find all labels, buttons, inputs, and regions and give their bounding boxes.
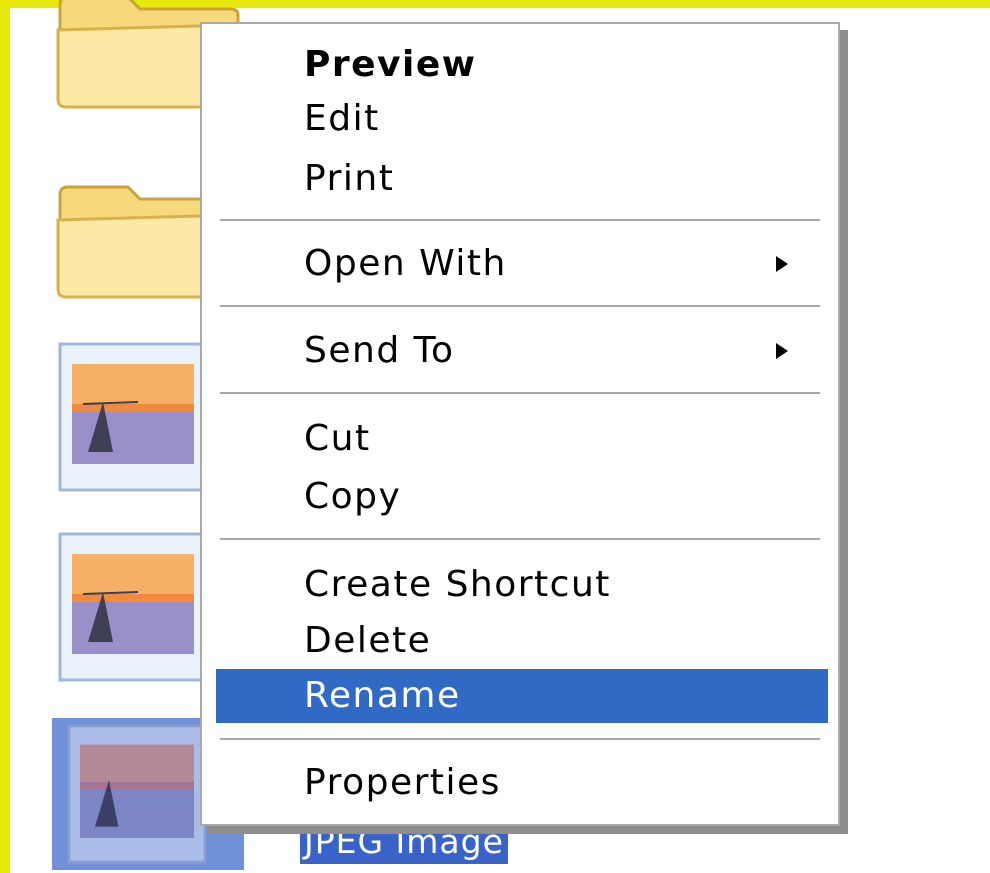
file-name-label[interactable]: JPEG Image [300, 822, 508, 864]
menu-item-label: Delete [304, 620, 432, 661]
menu-item-edit[interactable]: Edit [216, 92, 828, 146]
image-file-icon[interactable] [58, 342, 208, 492]
menu-item-label: Create Shortcut [304, 564, 611, 605]
context-menu: Preview Edit Print Open With Send To Cut… [200, 22, 840, 826]
menu-separator [220, 219, 820, 222]
menu-item-properties[interactable]: Properties [216, 756, 828, 810]
menu-item-label: Open With [304, 243, 507, 284]
menu-item-label: Preview [304, 44, 477, 85]
image-file-icon[interactable] [58, 532, 208, 682]
menu-separator [220, 305, 820, 308]
menu-item-preview[interactable]: Preview [216, 38, 828, 92]
menu-item-create-shortcut[interactable]: Create Shortcut [216, 558, 828, 612]
menu-item-label: Print [304, 158, 395, 199]
menu-item-rename[interactable]: Rename [216, 669, 828, 723]
menu-item-label: Rename [304, 675, 461, 716]
menu-item-label: Send To [304, 330, 455, 371]
menu-item-label: Edit [304, 98, 380, 139]
menu-item-send-to[interactable]: Send To [216, 324, 828, 378]
menu-separator [220, 392, 820, 395]
menu-item-copy[interactable]: Copy [216, 470, 828, 524]
menu-separator [220, 738, 820, 741]
submenu-arrow-icon [776, 256, 788, 272]
menu-separator [220, 538, 820, 541]
menu-item-label: Cut [304, 418, 371, 459]
yellow-frame-left [0, 0, 10, 873]
menu-item-delete[interactable]: Delete [216, 614, 828, 668]
menu-item-cut[interactable]: Cut [216, 412, 828, 466]
menu-item-print[interactable]: Print [216, 152, 828, 206]
menu-item-open-with[interactable]: Open With [216, 237, 828, 291]
menu-item-label: Properties [304, 762, 501, 803]
submenu-arrow-icon [776, 343, 788, 359]
menu-item-label: Copy [304, 476, 402, 517]
